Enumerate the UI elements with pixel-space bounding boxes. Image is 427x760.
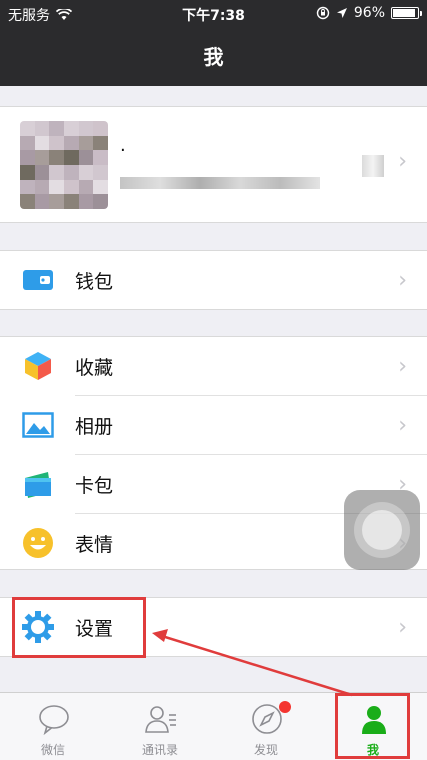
- notification-dot: [279, 701, 291, 713]
- highlight-box-me-tab: [335, 693, 410, 759]
- avatar-pixel: [78, 150, 94, 165]
- wallet-section: 钱包 ›: [0, 250, 427, 310]
- chevron-right-icon: ›: [398, 412, 407, 438]
- avatar-pixel: [93, 135, 108, 151]
- avatar-pixel: [34, 150, 50, 165]
- menu-item-label: 表情: [75, 533, 114, 556]
- assistive-touch-button[interactable]: [344, 490, 420, 570]
- chat-bubble-icon: [39, 705, 69, 735]
- tab-chats[interactable]: 微信: [0, 693, 106, 760]
- avatar-pixel: [64, 165, 79, 180]
- tab-label: 微信: [40, 743, 65, 757]
- avatar-pixel: [78, 179, 94, 195]
- status-bar: 无服务 下午7:38 96%: [0, 0, 427, 28]
- highlight-box-settings: [12, 597, 146, 658]
- avatar-pixel: [93, 194, 108, 209]
- avatar-pixel: [49, 179, 64, 195]
- chevron-right-icon: ›: [398, 353, 407, 379]
- assistive-touch-center: [362, 510, 402, 550]
- chevron-right-icon: ›: [398, 267, 407, 293]
- avatar-pixel: [49, 194, 64, 209]
- avatar-pixel: [64, 135, 79, 151]
- avatar-pixel: [34, 135, 50, 151]
- battery-icon: [391, 7, 422, 19]
- tab-discover[interactable]: 发现: [213, 693, 319, 760]
- avatar-pixel: [49, 150, 64, 165]
- avatar-pixel: [93, 150, 108, 165]
- avatar-pixel: [34, 179, 50, 195]
- avatar-pixel: [64, 121, 79, 136]
- profile-name: .: [120, 135, 126, 156]
- chevron-right-icon: ›: [398, 149, 407, 174]
- menu-item-label: 钱包: [75, 270, 114, 293]
- avatar-pixel: [93, 121, 108, 136]
- menu-item-album[interactable]: 相册 ›: [0, 396, 427, 454]
- avatar-pixel: [49, 121, 64, 136]
- avatar-pixel: [78, 194, 94, 209]
- avatar[interactable]: [20, 121, 108, 209]
- chevron-right-icon: ›: [398, 614, 407, 640]
- avatar-pixel: [78, 121, 94, 136]
- menu-item-wallet[interactable]: 钱包 ›: [0, 251, 427, 309]
- menu-item-label: 卡包: [75, 474, 114, 497]
- avatar-pixel: [20, 179, 35, 195]
- avatar-pixel: [20, 194, 35, 209]
- avatar-pixel: [34, 121, 50, 136]
- tab-label: 通讯录: [141, 743, 178, 757]
- avatar-pixel: [93, 165, 108, 180]
- avatar-pixel: [20, 150, 35, 165]
- tab-label: 发现: [253, 743, 278, 757]
- navigation-bar: 我: [0, 28, 427, 86]
- battery-percent: 96%: [353, 5, 385, 21]
- avatar-pixel: [64, 194, 79, 209]
- menu-item-label: 相册: [75, 415, 114, 438]
- card-icon: [25, 472, 51, 498]
- tab-contacts[interactable]: 通讯录: [107, 693, 213, 760]
- avatar-pixel: [49, 135, 64, 151]
- profile-section[interactable]: . ›: [0, 106, 427, 223]
- menu-item-favorites[interactable]: 收藏 ›: [0, 337, 427, 395]
- location-arrow-icon: [336, 8, 347, 18]
- avatar-pixel: [20, 121, 35, 136]
- avatar-pixel: [78, 135, 94, 151]
- emoji-icon: [23, 528, 53, 558]
- album-icon: [22, 412, 54, 438]
- blurred-wechat-id: [120, 177, 320, 189]
- menu-item-label: 收藏: [75, 356, 114, 379]
- wallet-icon: [23, 270, 53, 290]
- qr-code-icon[interactable]: [362, 155, 384, 177]
- avatar-pixel: [20, 135, 35, 151]
- avatar-pixel: [34, 165, 50, 180]
- favorites-cube-icon: [25, 352, 51, 380]
- avatar-pixel: [20, 165, 35, 180]
- avatar-pixel: [49, 165, 64, 180]
- avatar-pixel: [93, 179, 108, 195]
- rotation-lock-icon: [316, 6, 330, 20]
- avatar-pixel: [34, 194, 50, 209]
- contacts-icon: [145, 706, 176, 733]
- avatar-pixel: [64, 179, 79, 195]
- avatar-pixel: [78, 165, 94, 180]
- page-title: 我: [203, 45, 224, 69]
- avatar-pixel: [64, 150, 79, 165]
